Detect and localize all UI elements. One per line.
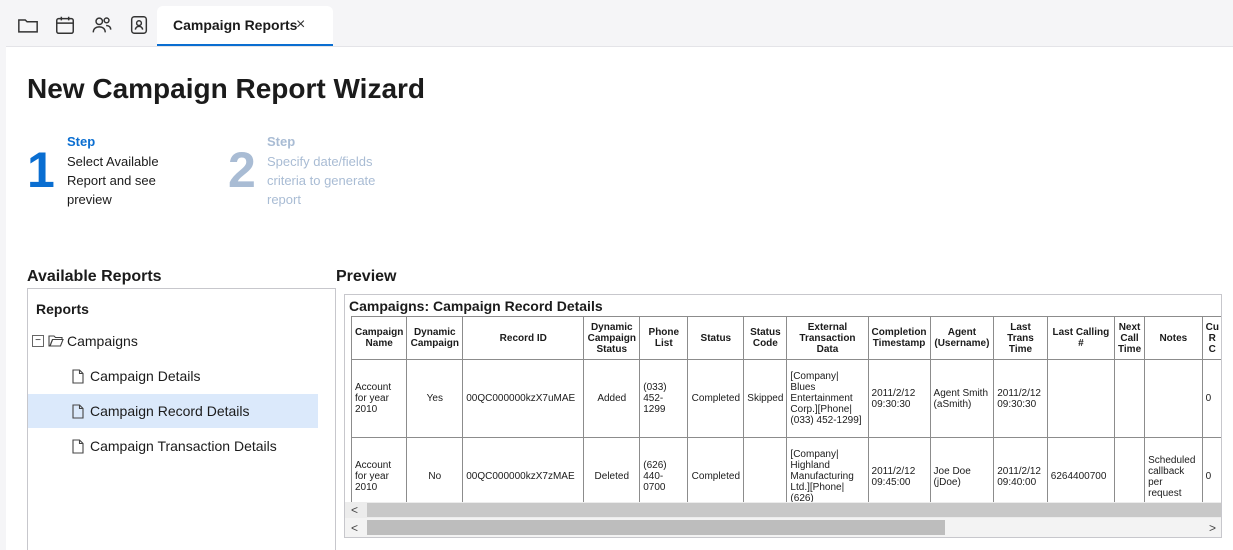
folder-icon[interactable] (16, 13, 40, 37)
contact-icon[interactable] (127, 13, 151, 37)
table-cell (1113, 437, 1146, 502)
table-cell: No (406, 437, 464, 502)
table-cell (743, 437, 788, 502)
step-description: Select Available Report and see preview (67, 154, 159, 207)
table-cell (1113, 359, 1146, 438)
users-icon[interactable] (90, 13, 114, 37)
table-cell: (626) 440-0700 (639, 437, 689, 502)
scroll-left-arrow[interactable]: < (351, 503, 358, 517)
step-description: Specify date/fields criteria to generate… (267, 154, 376, 207)
table-cell: Scheduled callback per request (1144, 437, 1203, 502)
document-icon (72, 438, 84, 454)
tree-item-label: Campaign Details (90, 368, 201, 384)
table-cell: Account for year 2010 (351, 437, 408, 502)
column-header: Cu R C (1201, 316, 1221, 360)
column-header: Dynamic Campaign Status (583, 316, 641, 360)
report-title: Campaigns: Campaign Record Details (349, 298, 603, 314)
report-table: Campaign Name Dynamic Campaign Record ID Dy… (351, 316, 1221, 502)
table-cell: Agent Smith (aSmith) (929, 359, 995, 438)
column-header: Status (687, 316, 745, 360)
scrollbar-thumb[interactable] (367, 503, 1221, 517)
column-header: Agent (Username) (929, 316, 995, 360)
table-cell: (033) 452-1299 (639, 359, 689, 438)
table-cell: Joe Doe (jDoe) (929, 437, 995, 502)
collapse-icon[interactable]: − (32, 335, 44, 347)
close-icon[interactable]: × (296, 16, 305, 34)
scroll-left-arrow[interactable]: < (351, 521, 358, 535)
tree-group-label: Campaigns (67, 333, 138, 349)
step-heading: Step (267, 134, 296, 149)
column-header: Next Call Time (1113, 316, 1146, 360)
tree-item-campaign-details[interactable]: Campaign Details (72, 359, 318, 393)
step-number: 2 (228, 142, 256, 198)
table-cell: 2011/2/12 09:45:00 (867, 437, 931, 502)
table-cell: 00QC000000kzX7zMAE (462, 437, 585, 502)
step-number: 1 (27, 142, 55, 198)
tree-group-campaigns[interactable]: − Campaigns (32, 324, 332, 358)
column-header: Last Calling # (1046, 316, 1115, 360)
document-icon (72, 403, 84, 419)
calendar-icon[interactable] (53, 13, 77, 37)
column-header: Notes (1144, 316, 1203, 360)
preview-panel: Campaigns: Campaign Record Details Campa… (344, 294, 1222, 538)
tab-campaign-reports[interactable]: Campaign Reports × (157, 6, 333, 46)
table-cell: [Company| Highland Manufacturing Ltd.][P… (786, 437, 869, 502)
table-cell: 6264400700 (1046, 437, 1115, 502)
tree-item-campaign-transaction-details[interactable]: Campaign Transaction Details (72, 429, 322, 463)
column-header: External Transaction Data (786, 316, 869, 360)
scrollbar-thumb[interactable] (367, 520, 945, 535)
tab-label: Campaign Reports (173, 17, 298, 33)
table-row[interactable]: Account for year 2010 No 00QC000000kzX7zMA… (351, 437, 1221, 502)
column-header: Phone List (639, 316, 689, 360)
top-toolbar: Campaign Reports × (0, 0, 1233, 47)
table-cell: Yes (406, 359, 464, 438)
tree-item-label: Campaign Transaction Details (90, 438, 277, 454)
reports-panel-title: Reports (36, 301, 89, 317)
scroll-right-arrow[interactable]: > (1209, 521, 1216, 535)
document-icon (72, 368, 84, 384)
inner-horizontal-scrollbar[interactable]: < (345, 502, 1221, 518)
report-grid-viewport[interactable]: Campaign Name Dynamic Campaign Record ID Dy… (351, 316, 1221, 502)
table-cell: [Company| Blues Entertainment Corp.][Pho… (786, 359, 869, 438)
table-cell: Account for year 2010 (351, 359, 408, 438)
folder-open-icon (48, 334, 64, 348)
table-cell: Completed (687, 437, 745, 502)
left-gutter (0, 46, 6, 550)
table-cell: Deleted (583, 437, 641, 502)
table-cell (1144, 359, 1203, 438)
table-cell: Added (583, 359, 641, 438)
step-heading: Step (67, 134, 96, 149)
table-cell: 2011/2/12 09:30:30 (993, 359, 1048, 438)
column-header: Last Trans Time (993, 316, 1048, 360)
table-cell: 2011/2/12 09:30:30 (867, 359, 931, 438)
table-cell: 2011/2/12 09:40:00 (993, 437, 1048, 502)
available-reports-heading: Available Reports (27, 268, 162, 285)
column-header: Completion Timestamp (867, 316, 931, 360)
table-cell: 0 (1201, 437, 1221, 502)
table-row[interactable]: Account for year 2010 Yes 00QC000000kzX7uM… (351, 359, 1221, 438)
table-header-row: Campaign Name Dynamic Campaign Record ID Dy… (351, 316, 1221, 360)
preview-heading: Preview (336, 268, 397, 285)
reports-panel: Reports − Campaigns Campaign Details Cam… (27, 288, 336, 550)
table-cell (1046, 359, 1115, 438)
column-header: Campaign Name (351, 316, 408, 360)
page-title: New Campaign Report Wizard (27, 73, 426, 104)
table-cell: 00QC000000kzX7uMAE (462, 359, 585, 438)
table-cell: Completed (687, 359, 745, 438)
column-header: Status Code (743, 316, 788, 360)
tree-item-campaign-record-details[interactable]: Campaign Record Details (28, 394, 318, 428)
table-cell: 0 (1201, 359, 1221, 438)
column-header: Record ID (462, 316, 585, 360)
tree-item-label: Campaign Record Details (90, 403, 250, 419)
table-cell: Skipped (743, 359, 788, 438)
column-header: Dynamic Campaign (406, 316, 464, 360)
outer-horizontal-scrollbar[interactable]: < > (345, 518, 1221, 537)
